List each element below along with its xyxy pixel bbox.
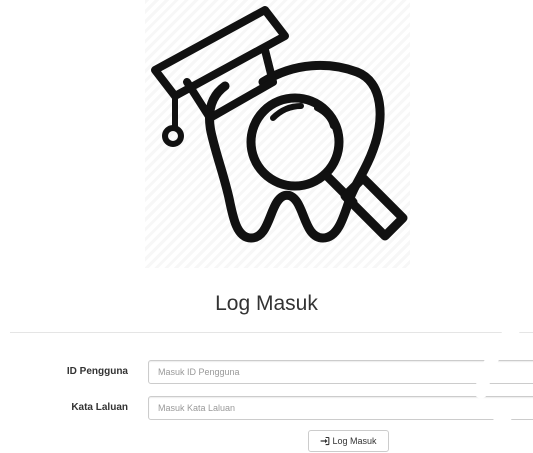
password-label: Kata Laluan <box>71 402 128 413</box>
login-button-label: Log Masuk <box>332 436 377 446</box>
password-row: Kata Laluan <box>0 396 533 420</box>
logo-image <box>145 0 410 268</box>
divider <box>10 332 533 333</box>
login-button[interactable]: Log Masuk <box>308 430 389 452</box>
password-input[interactable] <box>148 396 533 420</box>
username-label: ID Pengguna <box>66 366 128 377</box>
username-input[interactable] <box>148 360 533 384</box>
username-row: ID Pengguna <box>0 360 533 384</box>
tooth-graduation-magnifier-icon <box>151 6 408 243</box>
sign-in-icon <box>320 436 330 446</box>
login-page: Log Masuk ID Pengguna Kata Laluan Log Ma… <box>0 0 533 453</box>
page-title: Log Masuk <box>215 292 318 315</box>
